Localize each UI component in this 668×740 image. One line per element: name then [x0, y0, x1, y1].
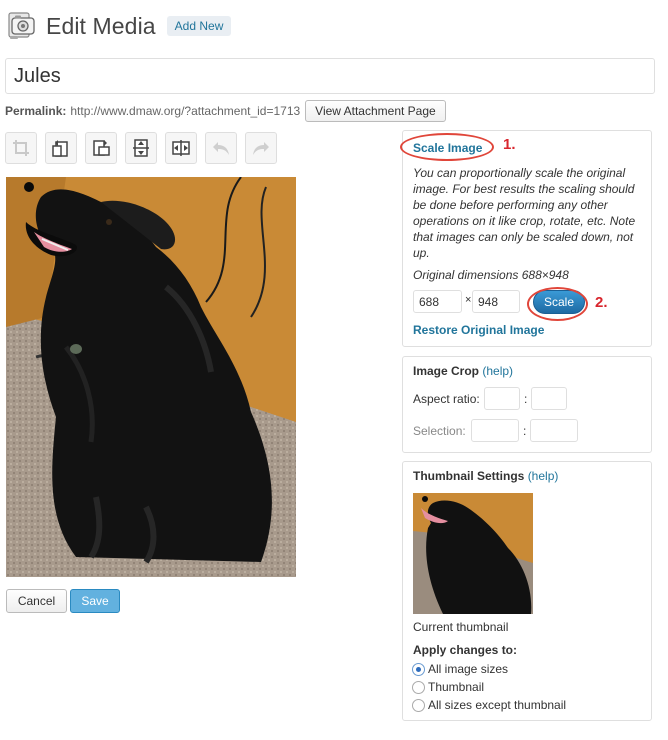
image-crop-title-text: Image Crop	[413, 364, 480, 378]
cancel-button[interactable]: Cancel	[6, 589, 67, 613]
thumbnail-settings-panel: Thumbnail Settings (help) Current thumbn…	[402, 461, 652, 721]
image-preview	[6, 177, 296, 577]
redo-icon[interactable]	[245, 132, 277, 164]
radio-button-checked[interactable]	[412, 662, 425, 676]
selection-colon: :	[523, 424, 527, 438]
rotate-right-icon[interactable]	[85, 132, 117, 164]
selection-height-input[interactable]	[530, 419, 578, 442]
current-thumbnail-label: Current thumbnail	[413, 620, 509, 634]
permalink-url: http://www.dmaw.org/?attachment_id=1713	[70, 104, 301, 118]
undo-icon[interactable]	[205, 132, 237, 164]
flip-horizontal-icon[interactable]	[165, 132, 197, 164]
radio-label: Thumbnail	[428, 680, 485, 694]
page-header: Edit Media Add New	[7, 8, 232, 44]
crop-icon[interactable]	[5, 132, 37, 164]
add-new-button[interactable]: Add New	[166, 16, 232, 36]
radio-all-image-sizes[interactable]: All image sizes	[412, 662, 508, 676]
radio-thumbnail[interactable]: Thumbnail	[412, 680, 484, 694]
original-dimensions: Original dimensions 688×948	[413, 268, 569, 282]
thumbnail-settings-title: Thumbnail Settings (help)	[413, 469, 558, 483]
radio-button[interactable]	[412, 680, 425, 694]
scale-description: You can proportionally scale the origina…	[413, 166, 636, 260]
annotation-circle-2	[527, 287, 588, 321]
rotate-left-icon[interactable]	[45, 132, 77, 164]
image-crop-panel: Image Crop (help) Aspect ratio: : Select…	[402, 356, 652, 453]
scale-height-input[interactable]	[472, 290, 520, 313]
annotation-number-2: 2.	[595, 294, 608, 311]
radio-label: All sizes except thumbnail	[428, 698, 567, 712]
annotation-circle-1	[400, 133, 494, 161]
permalink-label: Permalink:	[5, 104, 67, 118]
image-edit-toolbar	[5, 132, 285, 164]
dimension-separator: ×	[465, 294, 472, 306]
restore-original-link[interactable]: Restore Original Image	[413, 323, 544, 337]
view-attachment-page-button[interactable]: View Attachment Page	[305, 100, 446, 122]
selection-label: Selection:	[413, 424, 466, 438]
scale-image-panel: Scale Image You can proportionally scale…	[402, 130, 652, 347]
radio-all-except-thumbnail[interactable]: All sizes except thumbnail	[412, 698, 566, 712]
page-title: Edit Media	[46, 12, 156, 39]
radio-button[interactable]	[412, 698, 425, 712]
aspect-colon: :	[524, 392, 528, 406]
image-crop-title: Image Crop (help)	[413, 364, 513, 378]
thumbnail-settings-title-text: Thumbnail Settings	[413, 469, 525, 483]
annotation-number-1: 1.	[503, 136, 516, 153]
flip-vertical-icon[interactable]	[125, 132, 157, 164]
scale-width-input[interactable]	[413, 290, 462, 313]
title-input[interactable]	[5, 58, 655, 94]
permalink-row: Permalink: http://www.dmaw.org/?attachme…	[5, 100, 446, 122]
radio-label: All image sizes	[428, 662, 509, 676]
current-thumbnail-image	[413, 493, 533, 614]
media-camera-icon	[7, 10, 37, 42]
selection-width-input[interactable]	[471, 419, 519, 442]
aspect-ratio-height-input[interactable]	[531, 387, 567, 410]
save-button[interactable]: Save	[70, 589, 120, 613]
thumbnail-help-link[interactable]: (help)	[528, 469, 559, 483]
apply-changes-label: Apply changes to:	[413, 643, 518, 657]
crop-help-link[interactable]: (help)	[482, 364, 513, 378]
aspect-ratio-width-input[interactable]	[484, 387, 520, 410]
aspect-ratio-label: Aspect ratio:	[413, 392, 480, 406]
